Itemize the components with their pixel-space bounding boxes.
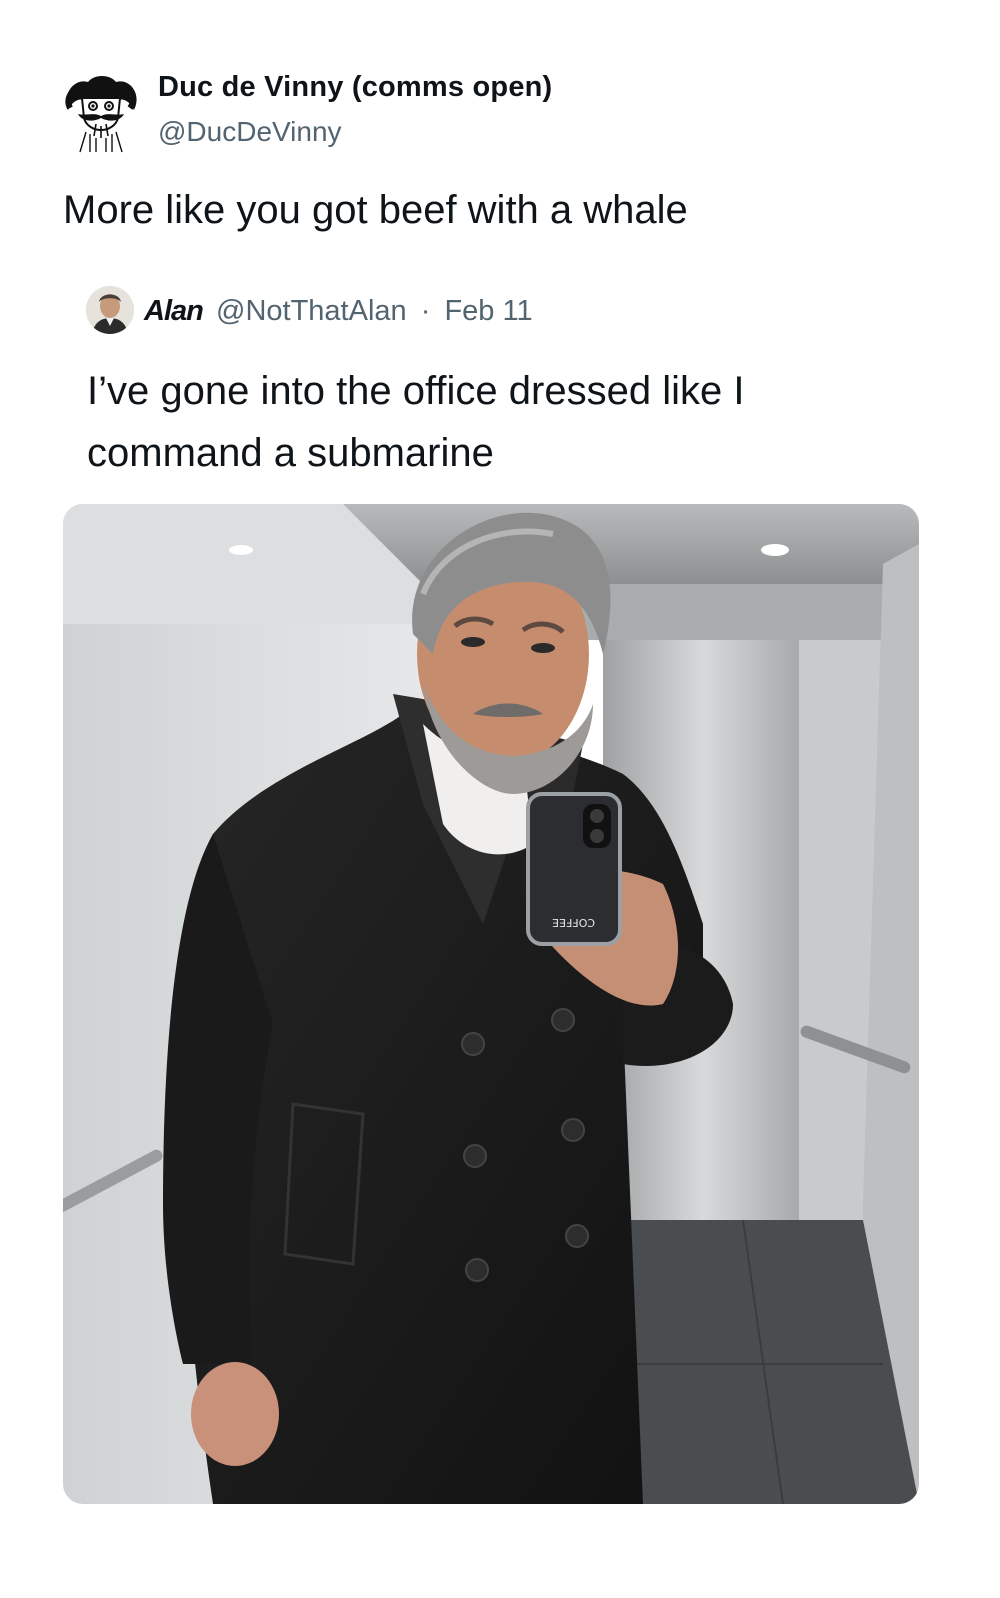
tweet-text: More like you got beef with a whale bbox=[63, 188, 688, 232]
cartoon-mustache-avatar-icon bbox=[65, 76, 137, 153]
quoted-author-display-name[interactable]: Alan bbox=[144, 295, 204, 328]
tweet-card: Duc de Vinny (comms open) @DucDeVinny Mo… bbox=[0, 0, 1000, 1598]
author-avatar[interactable] bbox=[60, 72, 142, 154]
quoted-tweet-meta: @NotThatAlan · Feb 11 bbox=[216, 295, 533, 328]
quoted-tweet-photo[interactable]: COFFEE bbox=[63, 504, 919, 1504]
quoted-author-avatar[interactable] bbox=[86, 286, 134, 334]
author-handle[interactable]: @DucDeVinny bbox=[158, 116, 342, 148]
phone-sticker-text: COFFEE bbox=[552, 916, 595, 929]
quoted-tweet-date[interactable]: Feb 11 bbox=[444, 295, 532, 328]
quoted-tweet-text: I’ve gone into the office dressed like I… bbox=[87, 369, 745, 475]
profile-photo-avatar bbox=[86, 286, 134, 334]
quoted-tweet[interactable]: Alan @NotThatAlan · Feb 11 I’ve gone int… bbox=[60, 280, 940, 1580]
author-display-name[interactable]: Duc de Vinny (comms open) bbox=[158, 71, 552, 104]
elevator-mirror-selfie-photo: COFFEE bbox=[63, 504, 919, 1504]
meta-separator: · bbox=[420, 295, 431, 327]
quoted-author-handle[interactable]: @NotThatAlan bbox=[216, 295, 407, 328]
